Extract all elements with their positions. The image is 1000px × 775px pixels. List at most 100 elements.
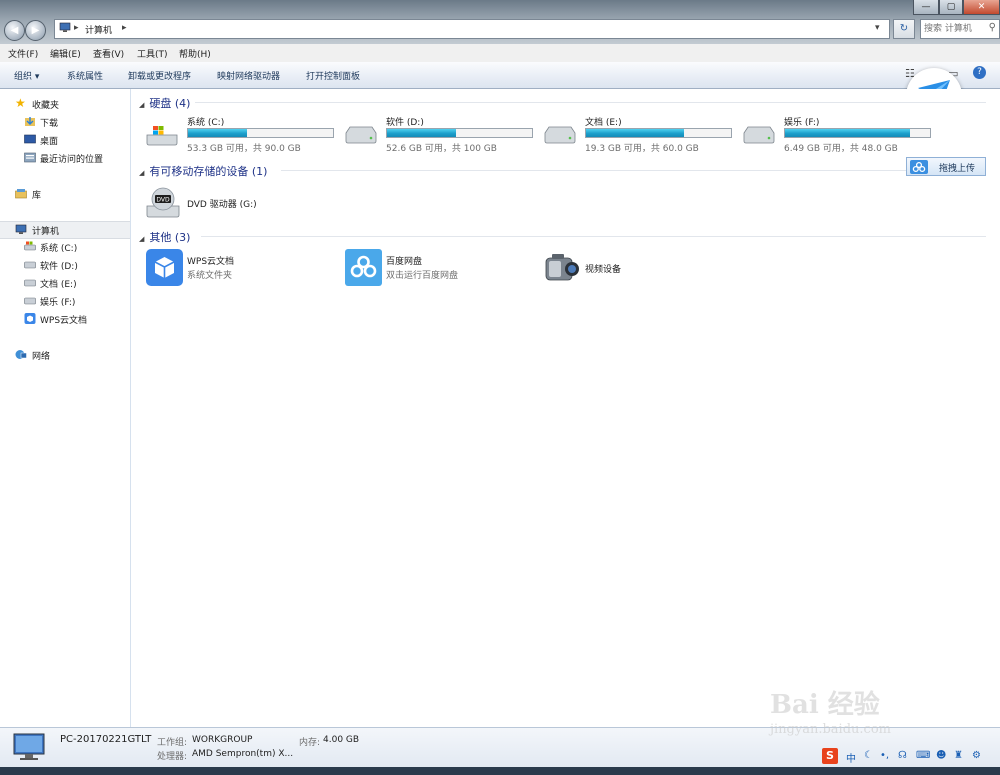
nav-network[interactable]: 网络 (0, 347, 130, 363)
map-network-drive-button[interactable]: 映射网络驱动器 (217, 69, 280, 82)
microphone-icon[interactable]: ☊ (898, 750, 907, 761)
search-icon[interactable]: ⚲ (989, 22, 996, 33)
item-subtitle: 双击运行百度网盘 (386, 271, 459, 281)
help-icon[interactable]: ? (973, 66, 986, 79)
person-icon[interactable]: ☻ (936, 750, 946, 761)
menu-edit[interactable]: 编辑(E) (50, 47, 81, 60)
nav-item-downloads[interactable]: 下载 (0, 114, 130, 130)
dvd-label: DVD (156, 197, 170, 204)
nav-item-drive-f[interactable]: 娱乐 (F:) (0, 293, 130, 309)
ime-mode-label[interactable]: 中 (846, 750, 856, 765)
uninstall-program-button[interactable]: 卸载或更改程序 (128, 69, 191, 82)
windows-drive-icon (146, 126, 178, 146)
refresh-button[interactable]: ↻ (893, 19, 915, 39)
drive-name: 系统 (C:) (187, 118, 225, 128)
address-bar[interactable]: ▸ 计算机 ▸ ▾ (54, 19, 890, 39)
other-item-video-device[interactable]: 视频设备 (543, 249, 723, 289)
hard-drive-icon (24, 277, 36, 288)
other-item-wps-cloud[interactable]: WPS云文档 系统文件夹 (145, 249, 325, 289)
group-header-other[interactable]: ◢ 其他 (3) (139, 229, 190, 245)
nav-label: 文档 (E:) (40, 280, 77, 290)
back-button[interactable]: ◀ (4, 20, 25, 41)
drive-tile[interactable]: 文档 (E:) 19.3 GB 可用，共 60.0 GB (543, 115, 739, 155)
drive-tile[interactable]: 系统 (C:) 53.3 GB 可用，共 90.0 GB (145, 115, 341, 155)
breadcrumb-separator-icon[interactable]: ▸ (122, 23, 127, 33)
moon-icon[interactable]: ☾ (864, 750, 873, 761)
group-divider (281, 170, 906, 171)
drag-upload-label: 拖拽上传 (939, 164, 976, 174)
dvd-drive-name: DVD 驱动器 (G:) (187, 200, 257, 210)
hard-drive-icon (24, 259, 36, 270)
drive-usage-bar (585, 128, 732, 138)
workgroup-value: WORKGROUP (192, 735, 253, 745)
collapse-arrow-icon: ◢ (139, 101, 145, 109)
group-header-hdd[interactable]: ◢ 硬盘 (4) (139, 95, 190, 111)
search-input[interactable] (921, 20, 989, 38)
maximize-button[interactable]: ▢ (939, 0, 963, 15)
breadcrumb-computer[interactable]: 计算机 (85, 23, 112, 36)
hard-drive-icon (24, 295, 36, 306)
nav-computer[interactable]: 计算机 (0, 221, 130, 239)
taskbar[interactable] (0, 767, 1000, 775)
nav-item-drive-e[interactable]: 文档 (E:) (0, 275, 130, 291)
menu-help[interactable]: 帮助(H) (179, 47, 211, 60)
baidu-netdisk-icon (345, 249, 382, 286)
drive-usage-bar (187, 128, 334, 138)
sogou-ime-icon[interactable]: S (822, 748, 838, 764)
drive-free-space: 53.3 GB 可用，共 90.0 GB (187, 144, 301, 154)
address-dropdown-icon[interactable]: ▾ (875, 23, 880, 33)
open-control-panel-button[interactable]: 打开控制面板 (306, 69, 360, 82)
drive-usage-bar (784, 128, 931, 138)
processor-label: 处理器: (157, 752, 188, 762)
library-icon (15, 188, 27, 199)
organize-button[interactable]: 组织 ▾ (14, 69, 39, 82)
group-header-removable[interactable]: ◢ 有可移动存储的设备 (1) (139, 163, 267, 179)
system-properties-button[interactable]: 系统属性 (67, 69, 103, 82)
nav-libraries[interactable]: 库 (0, 186, 130, 202)
nav-label: 网络 (32, 352, 51, 362)
other-item-baidu-netdisk[interactable]: 百度网盘 双击运行百度网盘 (344, 249, 524, 289)
wps-cloud-icon (24, 313, 36, 324)
drive-name: 娱乐 (F:) (784, 118, 820, 128)
nav-item-wps-cloud[interactable]: WPS云文档 (0, 311, 130, 327)
menu-view[interactable]: 查看(V) (93, 47, 124, 60)
drive-free-space: 6.49 GB 可用，共 48.0 GB (784, 144, 898, 154)
nav-favorites[interactable]: ★ 收藏夹 (0, 96, 130, 112)
nav-item-drive-d[interactable]: 软件 (D:) (0, 257, 130, 273)
video-camera-icon (545, 254, 579, 281)
search-box[interactable]: ⚲ (920, 19, 1000, 39)
menu-file[interactable]: 文件(F) (8, 47, 38, 60)
minimize-button[interactable]: — (913, 0, 939, 15)
nav-item-drive-c[interactable]: 系统 (C:) (0, 239, 130, 255)
drive-name: 软件 (D:) (386, 118, 424, 128)
desktop-icon (24, 134, 36, 145)
dvd-drive-tile[interactable]: DVD DVD 驱动器 (G:) (145, 184, 305, 224)
nav-label: WPS云文档 (40, 316, 88, 326)
recent-places-icon (24, 152, 36, 163)
shirt-icon[interactable]: ♜ (954, 750, 963, 761)
punctuation-icon[interactable]: •, (880, 750, 889, 761)
nav-label: 桌面 (40, 137, 59, 147)
memory-label: 内存: (299, 738, 321, 748)
nav-label: 软件 (D:) (40, 262, 78, 272)
hard-drive-icon (544, 126, 576, 144)
nav-item-recent-places[interactable]: 最近访问的位置 (0, 150, 130, 166)
drive-tile[interactable]: 娱乐 (F:) 6.49 GB 可用，共 48.0 GB (742, 115, 938, 155)
drive-tile[interactable]: 软件 (D:) 52.6 GB 可用，共 100 GB (344, 115, 540, 155)
nav-item-desktop[interactable]: 桌面 (0, 132, 130, 148)
menu-tools[interactable]: 工具(T) (137, 47, 168, 60)
network-icon (15, 349, 27, 360)
workgroup-label: 工作组: (157, 738, 188, 748)
computer-name: PC-20170221GTLT (60, 734, 152, 745)
keyboard-icon[interactable]: ⌨ (916, 750, 930, 761)
item-title: WPS云文档 (187, 257, 235, 267)
drag-upload-button[interactable]: 拖拽上传 (906, 157, 986, 176)
forward-button[interactable]: ▶ (25, 20, 46, 41)
processor-value: AMD Sempron(tm) X... (192, 749, 294, 759)
nav-label: 最近访问的位置 (40, 155, 104, 165)
baidu-jingyan-watermark: Bai 经验 (770, 690, 880, 720)
baidu-netdisk-icon (910, 160, 928, 174)
close-button[interactable]: ✕ (963, 0, 1000, 15)
nav-label: 下载 (40, 119, 59, 129)
settings-icon[interactable]: ⚙ (972, 750, 981, 761)
